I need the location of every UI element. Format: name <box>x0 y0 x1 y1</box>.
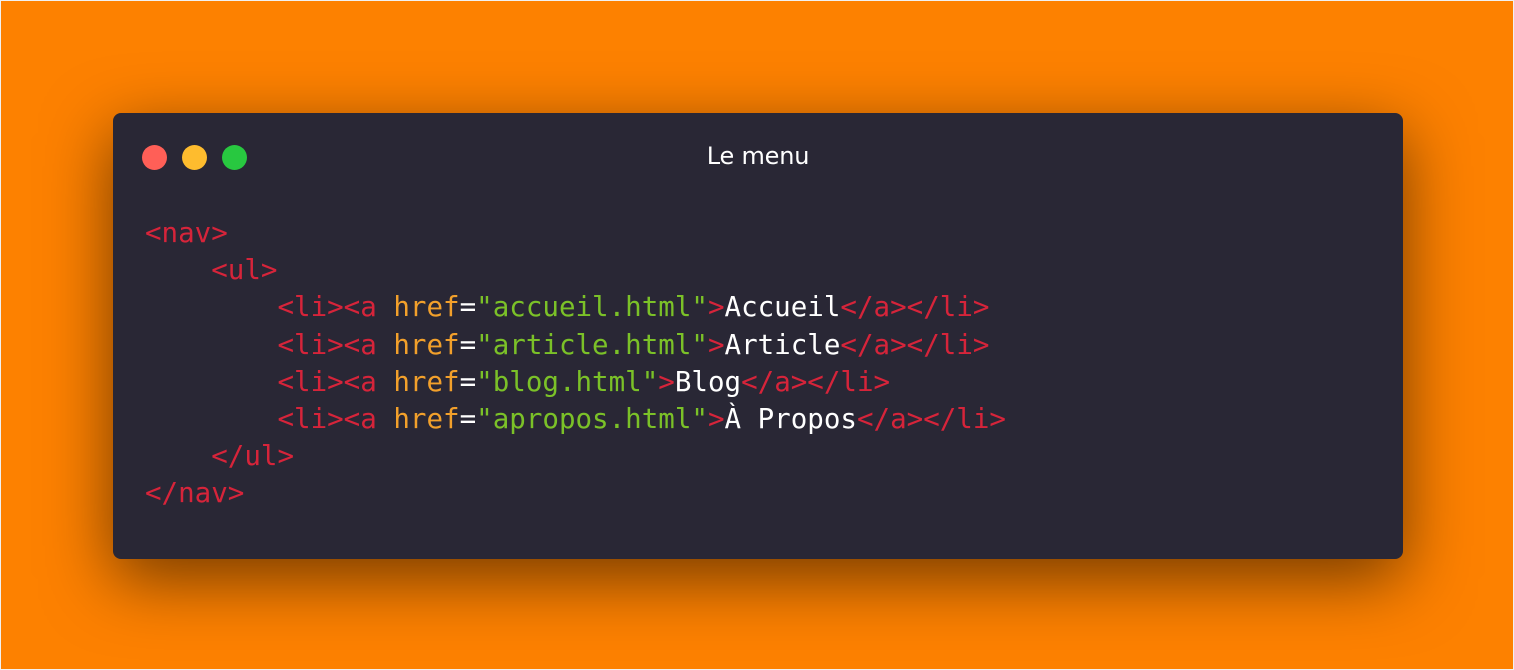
code-token-plain: = <box>459 402 477 435</box>
code-token-tag: </nav> <box>145 477 245 510</box>
code-token-tag: > <box>707 291 725 324</box>
code-token-plain: = <box>459 291 477 324</box>
code-token-tag: <li><a <box>277 328 394 361</box>
code-token-string: "apropos.html" <box>476 402 708 435</box>
code-token-tag: > <box>658 365 675 398</box>
code-line: </ul> <box>145 438 1006 475</box>
code-token-attr: href <box>393 402 460 435</box>
code-line: <li><a href="apropos.html">À Propos</a><… <box>145 401 1006 438</box>
code-token-tag: </a></li> <box>840 328 990 361</box>
code-token-tag: > <box>707 328 725 361</box>
code-line: <li><a href="blog.html">Blog</a></li> <box>145 364 1006 401</box>
code-block: <nav> <ul> <li><a href="accueil.html">Ac… <box>145 215 1006 513</box>
window-titlebar: Le menu <box>113 113 1403 201</box>
code-token-tag: </a></li> <box>840 291 990 324</box>
code-token-tag: </ul> <box>211 440 295 473</box>
code-token-attr: href <box>393 291 460 324</box>
code-token-string: "blog.html" <box>476 365 659 398</box>
code-token-plain: Accueil <box>724 291 841 324</box>
code-token-plain: = <box>459 328 477 361</box>
code-token-string: "article.html" <box>476 328 708 361</box>
code-token-tag: </a></li> <box>741 365 891 398</box>
code-token-plain: Blog <box>674 365 742 398</box>
code-token-plain: Article <box>724 328 841 361</box>
code-line: <li><a href="article.html">Article</a></… <box>145 327 1006 364</box>
code-window: Le menu <nav> <ul> <li><a href="accueil.… <box>113 113 1403 559</box>
code-token-attr: href <box>393 365 460 398</box>
code-line: </nav> <box>145 475 1006 512</box>
code-line: <nav> <box>145 215 1006 252</box>
code-token-string: "accueil.html" <box>476 291 708 324</box>
code-token-tag: <ul> <box>211 254 278 287</box>
code-token-tag: <li><a <box>277 291 394 324</box>
code-line: <ul> <box>145 252 1006 289</box>
code-token-tag: > <box>707 402 725 435</box>
code-token-tag: <li><a <box>277 365 394 398</box>
code-line: <li><a href="accueil.html">Accueil</a></… <box>145 289 1006 326</box>
code-token-plain: À Propos <box>724 402 857 435</box>
code-token-tag: </a></li> <box>856 402 1006 435</box>
code-token-plain: = <box>459 365 477 398</box>
code-token-tag: <li><a <box>277 402 394 435</box>
code-token-attr: href <box>393 328 460 361</box>
window-title: Le menu <box>706 142 810 170</box>
code-token-tag: <nav> <box>145 217 228 249</box>
